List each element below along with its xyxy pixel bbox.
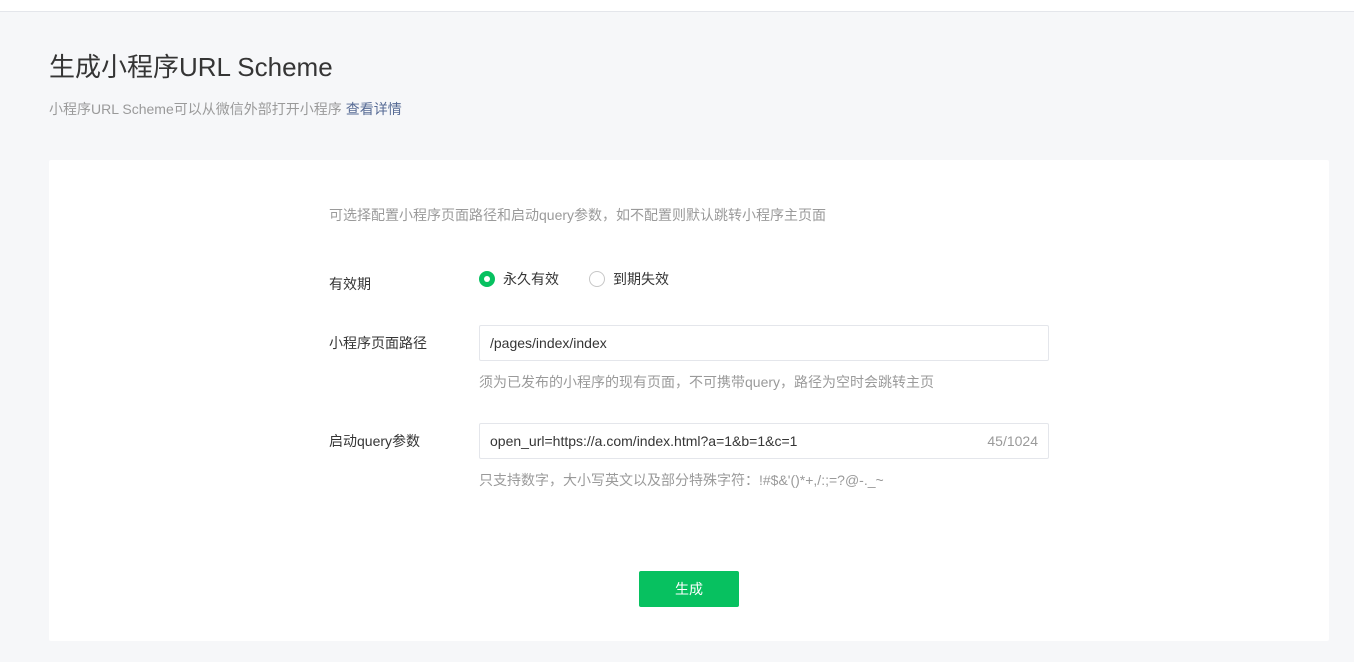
top-bar xyxy=(0,0,1354,12)
radio-permanent-label: 永久有效 xyxy=(503,271,559,287)
subtitle-text: 小程序URL Scheme可以从微信外部打开小程序 xyxy=(49,101,342,117)
radio-checked-icon xyxy=(479,271,495,287)
form-card: 可选择配置小程序页面路径和启动query参数，如不配置则默认跳转小程序主页面 有… xyxy=(49,160,1329,641)
page-subtitle: 小程序URL Scheme可以从微信外部打开小程序 查看详情 xyxy=(49,99,402,119)
query-input[interactable]: open_url=https://a.com/index.html?a=1&b=… xyxy=(479,423,1049,459)
page-path-input[interactable]: /pages/index/index xyxy=(479,325,1049,361)
radio-expire-label: 到期失效 xyxy=(613,271,669,287)
generate-button[interactable]: 生成 xyxy=(639,571,739,607)
form-hint: 可选择配置小程序页面路径和启动query参数，如不配置则默认跳转小程序主页面 xyxy=(329,207,827,223)
radio-unchecked-icon xyxy=(589,271,605,287)
page-title: 生成小程序URL Scheme xyxy=(49,52,333,82)
query-tip: 只支持数字，大小写英文以及部分特殊字符：!#$&'()*+,/:;=?@-._~ xyxy=(479,472,884,488)
radio-permanent[interactable]: 永久有效 xyxy=(479,269,559,289)
query-value: open_url=https://a.com/index.html?a=1&b=… xyxy=(490,433,798,449)
details-link[interactable]: 查看详情 xyxy=(346,101,402,117)
page-path-tip: 须为已发布的小程序的现有页面，不可携带query，路径为空时会跳转主页 xyxy=(479,374,935,390)
radio-expire[interactable]: 到期失效 xyxy=(589,269,669,289)
page-path-label: 小程序页面路径 xyxy=(329,335,427,351)
query-char-counter: 45/1024 xyxy=(987,433,1038,449)
page-path-value: /pages/index/index xyxy=(490,335,607,351)
query-label: 启动query参数 xyxy=(329,433,421,449)
validity-label: 有效期 xyxy=(329,276,371,292)
validity-radio-group: 永久有效 到期失效 xyxy=(479,269,699,289)
